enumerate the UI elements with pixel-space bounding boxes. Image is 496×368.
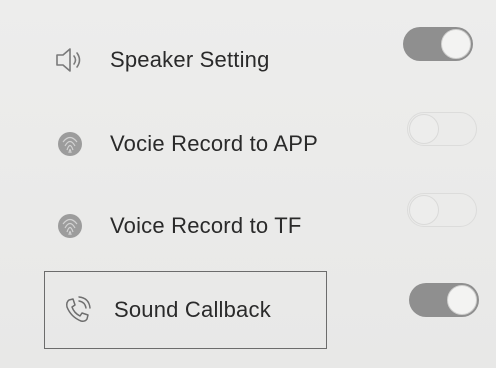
- toggle-knob: [447, 285, 477, 315]
- fingerprint-icon: [52, 126, 88, 162]
- speaker-icon: [52, 42, 88, 78]
- record-to-tf-toggle[interactable]: [407, 193, 477, 227]
- toggle-knob: [441, 29, 471, 59]
- record-to-app-toggle[interactable]: [407, 112, 477, 146]
- setting-label-record-tf: Voice Record to TF: [110, 213, 302, 238]
- sound-callback-toggle[interactable]: [409, 283, 479, 317]
- setting-label-speaker: Speaker Setting: [110, 47, 270, 72]
- settings-screen: Speaker Setting Vocie Record to APP Voic…: [0, 0, 496, 368]
- toggle-knob: [409, 195, 439, 225]
- setting-label-sound-callback: Sound Callback: [114, 297, 271, 322]
- phone-callback-icon: [60, 292, 96, 328]
- setting-label-record-app: Vocie Record to APP: [110, 131, 319, 156]
- fingerprint-icon: [52, 208, 88, 244]
- toggle-knob: [409, 114, 439, 144]
- speaker-setting-toggle[interactable]: [403, 27, 473, 61]
